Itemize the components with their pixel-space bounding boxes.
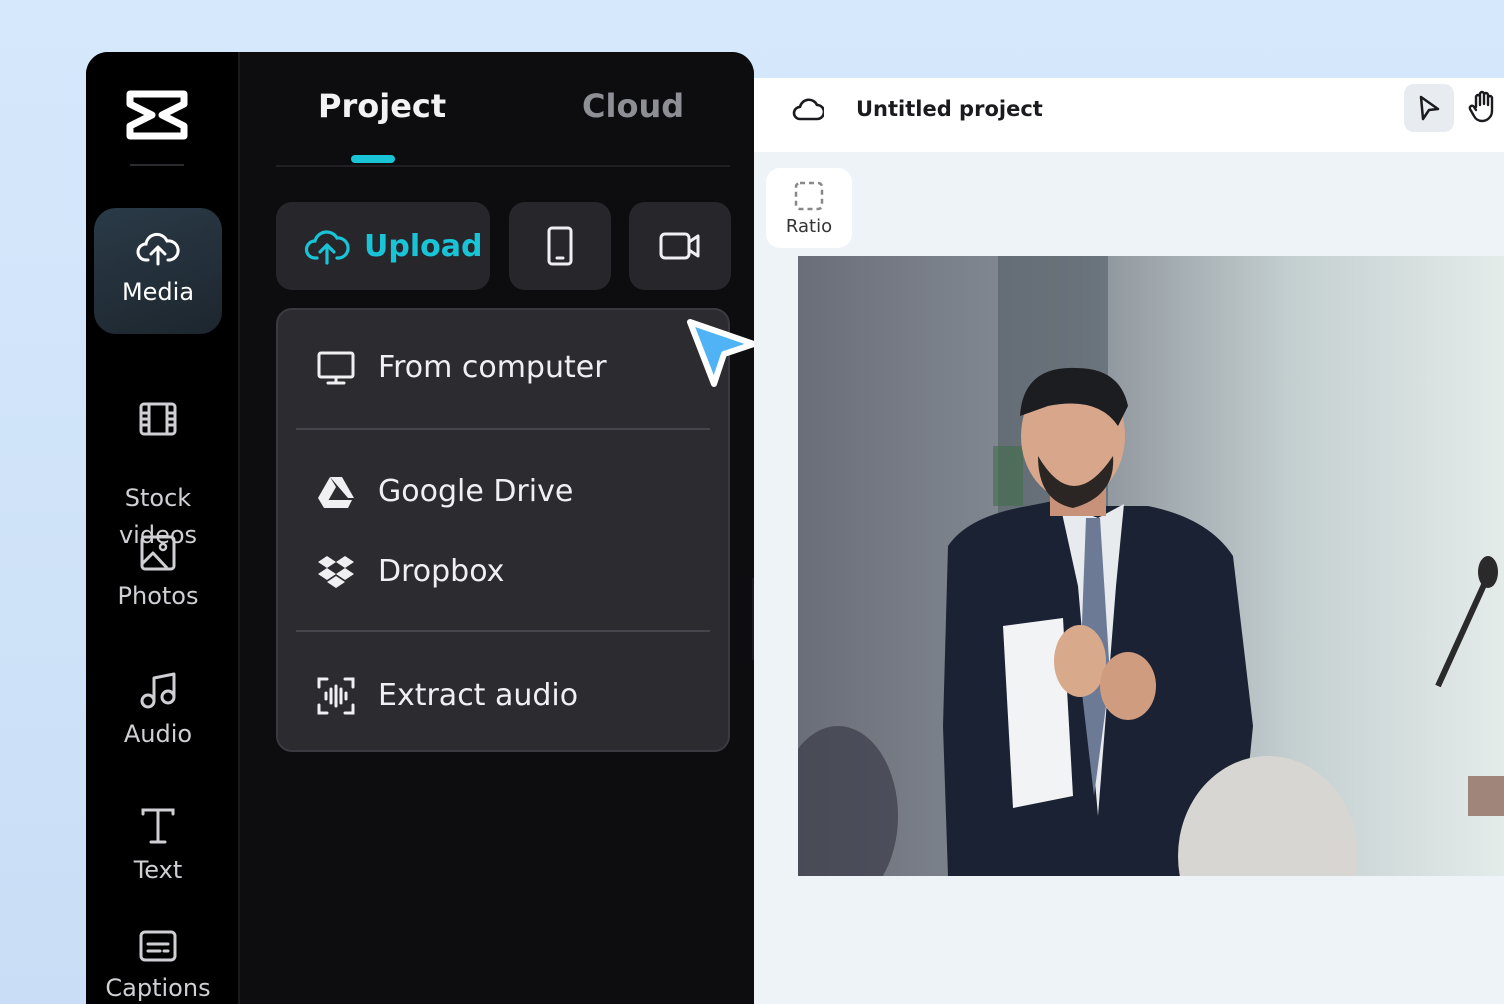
- music-note-icon: [140, 672, 176, 709]
- menu-item-extract-audio[interactable]: Extract audio: [316, 676, 578, 716]
- phone-upload-button[interactable]: [509, 202, 611, 290]
- image-icon: [140, 535, 176, 571]
- menu-divider: [296, 428, 710, 430]
- menu-item-label: Google Drive: [378, 474, 574, 509]
- cloud-icon[interactable]: [792, 96, 824, 124]
- aspect-ratio-icon: [794, 181, 824, 211]
- sidebar-item-media[interactable]: Media: [94, 208, 222, 334]
- sidebar-item-audio[interactable]: Audio: [94, 670, 222, 753]
- presenter-photo: [798, 256, 1504, 876]
- left-app-panel: Media Stock videos Photos Audio Text Cap…: [86, 52, 754, 1004]
- menu-item-google-drive[interactable]: Google Drive: [316, 472, 573, 512]
- record-button[interactable]: [629, 202, 731, 290]
- sidebar-item-captions[interactable]: Captions: [94, 928, 222, 1004]
- sidebar-item-stock-videos[interactable]: Stock videos: [94, 364, 222, 554]
- logo-divider: [130, 164, 184, 166]
- sidebar-item-label: Media: [121, 278, 195, 306]
- film-icon: [139, 402, 177, 436]
- select-tool-button[interactable]: [1404, 84, 1454, 132]
- google-drive-icon: [318, 477, 354, 508]
- sidebar-item-photos[interactable]: Photos: [94, 534, 222, 615]
- sidebar-rail: Media Stock videos Photos Audio Text Cap…: [86, 52, 240, 1004]
- upload-button[interactable]: Upload: [276, 202, 490, 290]
- ratio-button[interactable]: Ratio: [766, 168, 852, 248]
- ratio-label: Ratio: [785, 216, 833, 237]
- arrow-pointer-icon: [1419, 95, 1440, 121]
- video-camera-icon: [659, 232, 700, 260]
- capcut-logo-icon: [126, 90, 188, 140]
- project-title[interactable]: Untitled project: [856, 94, 1043, 124]
- upload-dropdown-menu: From computer Google Drive Dropbox Extra…: [276, 308, 730, 752]
- captions-icon: [139, 930, 177, 962]
- monitor-icon: [317, 351, 355, 385]
- phone-icon: [547, 226, 573, 266]
- cloud-upload-icon: [304, 230, 350, 265]
- mouse-pointer-icon: [687, 319, 754, 387]
- preview-image[interactable]: [798, 256, 1504, 876]
- menu-item-label: Extract audio: [378, 678, 579, 713]
- menu-item-label: Dropbox: [378, 554, 505, 589]
- extract-audio-icon: [317, 677, 355, 715]
- menu-item-dropbox[interactable]: Dropbox: [316, 552, 504, 592]
- sidebar-item-text[interactable]: Text: [94, 806, 222, 889]
- upload-button-label: Upload: [364, 228, 483, 264]
- sidebar-item-label: Audio: [123, 720, 193, 748]
- active-tab-indicator: [351, 155, 395, 163]
- sidebar-item-label: Photos: [117, 582, 199, 610]
- cloud-upload-icon: [136, 232, 180, 266]
- sidebar-item-label: Text: [133, 856, 183, 884]
- dropbox-icon: [318, 556, 354, 588]
- sidebar-item-label: Captions: [105, 974, 211, 1002]
- text-t-icon: [141, 808, 175, 844]
- editor-area: Untitled project Ratio: [754, 78, 1504, 1004]
- editor-topbar: Untitled project: [754, 78, 1504, 152]
- menu-divider: [296, 630, 710, 632]
- media-panel: Project Cloud Upload From computer Googl…: [242, 52, 754, 1004]
- tab-project[interactable]: Project: [318, 84, 446, 128]
- menu-item-from-computer[interactable]: From computer: [316, 348, 607, 388]
- tabs-divider: [276, 165, 730, 167]
- hand-tool-icon[interactable]: [1468, 90, 1498, 124]
- menu-item-label: From computer: [378, 350, 607, 385]
- tab-cloud[interactable]: Cloud: [582, 84, 684, 128]
